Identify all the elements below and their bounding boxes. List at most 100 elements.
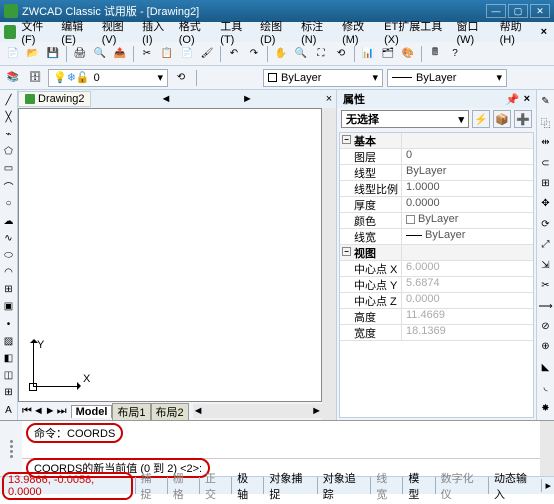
- arc-icon[interactable]: ⌒: [1, 179, 16, 194]
- menu-dim[interactable]: 标注(N): [298, 16, 337, 48]
- status-ortho[interactable]: 正交: [199, 477, 231, 494]
- doc-tab-active[interactable]: Drawing2: [18, 91, 91, 107]
- ltab-prev-icon[interactable]: ◄: [33, 405, 44, 418]
- layout-tab-2[interactable]: 布局2: [151, 403, 189, 420]
- open-icon[interactable]: 📂: [24, 45, 42, 63]
- undo-icon[interactable]: ↶: [225, 45, 243, 63]
- paste-icon[interactable]: 📄: [178, 45, 196, 63]
- status-snap[interactable]: 捕捉: [135, 477, 167, 494]
- status-grid[interactable]: 栅格: [167, 477, 199, 494]
- offset-icon[interactable]: ⊂: [537, 154, 554, 171]
- break-icon[interactable]: ⊘: [537, 318, 554, 335]
- layout-tab-model[interactable]: Model: [71, 405, 113, 418]
- menu-window[interactable]: 窗口(W): [453, 16, 494, 48]
- status-model[interactable]: 模型: [402, 477, 434, 494]
- array-icon[interactable]: ⊞: [537, 175, 554, 192]
- menu-help[interactable]: 帮助(H): [497, 16, 536, 48]
- extend-icon[interactable]: ⟶: [537, 297, 554, 314]
- layer-prev-icon[interactable]: ⟲: [172, 69, 190, 87]
- menu-format[interactable]: 格式(O): [176, 16, 216, 48]
- line-icon[interactable]: ╱: [1, 93, 16, 107]
- ellipsearc-icon[interactable]: ◠: [1, 266, 16, 280]
- gradient-icon[interactable]: ◧: [1, 351, 16, 365]
- menu-modify[interactable]: 修改(M): [339, 16, 379, 48]
- trim-icon[interactable]: ✂: [537, 277, 554, 294]
- cut-icon[interactable]: ✂: [138, 45, 156, 63]
- erase-icon[interactable]: ✎: [537, 93, 554, 110]
- tab-nav-right[interactable]: ►: [240, 92, 254, 106]
- v-scrollbar[interactable]: [322, 108, 336, 420]
- point-icon[interactable]: •: [1, 317, 16, 331]
- chamfer-icon[interactable]: ◣: [537, 359, 554, 376]
- pickadd-icon[interactable]: ➕: [514, 110, 532, 128]
- props-icon[interactable]: 📊: [359, 45, 377, 63]
- tab-close[interactable]: ×: [322, 92, 336, 106]
- publish-icon[interactable]: 📤: [111, 45, 129, 63]
- hatch-icon[interactable]: ▨: [1, 334, 16, 348]
- zoom-win-icon[interactable]: ⛶: [312, 45, 330, 63]
- stretch-icon[interactable]: ⇲: [537, 257, 554, 274]
- doc-close-button[interactable]: ×: [538, 24, 550, 40]
- drawing-canvas[interactable]: Y X: [18, 108, 322, 402]
- help-icon[interactable]: ?: [446, 45, 464, 63]
- menu-file[interactable]: 文件(F): [18, 16, 56, 48]
- status-expand-icon[interactable]: ▸: [541, 479, 554, 492]
- menu-view[interactable]: 视图(V): [99, 16, 137, 48]
- rect-icon[interactable]: ▭: [1, 162, 16, 176]
- new-icon[interactable]: 📄: [4, 45, 22, 63]
- ltab-first-icon[interactable]: ⏮: [22, 405, 32, 418]
- polygon-icon[interactable]: ⬠: [1, 145, 16, 159]
- selection-dropdown[interactable]: 无选择▾: [341, 110, 469, 128]
- print-icon[interactable]: 🖨: [71, 45, 89, 63]
- ltab-last-icon[interactable]: ⏭: [57, 405, 67, 418]
- layer-selector[interactable]: 💡❄🔓0▾: [48, 69, 168, 87]
- preview-icon[interactable]: 🔍: [91, 45, 109, 63]
- status-lwt[interactable]: 线宽: [370, 477, 402, 494]
- layer-states-icon[interactable]: 🗄: [26, 69, 44, 87]
- status-dyn[interactable]: 动态输入: [488, 477, 541, 494]
- redo-icon[interactable]: ↷: [245, 45, 263, 63]
- move-icon[interactable]: ✥: [537, 195, 554, 212]
- tab-nav-left[interactable]: ◄: [159, 92, 173, 106]
- layout-tab-1[interactable]: 布局1: [112, 403, 150, 420]
- h-scrollbar[interactable]: ◄►: [193, 404, 322, 418]
- cmd-scrollbar[interactable]: [540, 421, 554, 476]
- menu-edit[interactable]: 编辑(E): [58, 16, 96, 48]
- copy-obj-icon[interactable]: ⿻: [537, 113, 554, 130]
- insert-icon[interactable]: ⊞: [1, 283, 16, 297]
- props-close-icon[interactable]: ×: [524, 93, 530, 105]
- mirror-icon[interactable]: ⇹: [537, 134, 554, 151]
- zoom-prev-icon[interactable]: ⟲: [332, 45, 350, 63]
- join-icon[interactable]: ⊕: [537, 338, 554, 355]
- mtext-icon[interactable]: A: [1, 403, 16, 417]
- linetype-selector[interactable]: ByLayer▾: [387, 69, 507, 87]
- ellipse-icon[interactable]: ⬭: [1, 248, 16, 262]
- explode-icon[interactable]: ✸: [537, 400, 554, 417]
- select-obj-icon[interactable]: 📦: [493, 110, 511, 128]
- layer-props-icon[interactable]: 📚: [4, 69, 22, 87]
- spline-icon[interactable]: ∿: [1, 231, 16, 245]
- status-polar[interactable]: 极轴: [231, 477, 263, 494]
- ltab-next-icon[interactable]: ►: [45, 405, 56, 418]
- cmd-drag-handle[interactable]: [0, 421, 22, 476]
- status-coordinates[interactable]: 13.9866, -0.0058, 0.0000: [2, 472, 133, 500]
- zoom-rt-icon[interactable]: 🔍: [292, 45, 310, 63]
- menu-draw[interactable]: 绘图(D): [257, 16, 296, 48]
- save-icon[interactable]: 💾: [44, 45, 62, 63]
- rotate-icon[interactable]: ⟳: [537, 216, 554, 233]
- color-selector[interactable]: ByLayer▾: [263, 69, 383, 87]
- menu-insert[interactable]: 插入(I): [139, 16, 174, 48]
- copy-icon[interactable]: 📋: [158, 45, 176, 63]
- pan-icon[interactable]: ✋: [272, 45, 290, 63]
- xline-icon[interactable]: ╳: [1, 110, 16, 124]
- circle-icon[interactable]: ○: [1, 197, 16, 211]
- dc-icon[interactable]: 🗂: [379, 45, 397, 63]
- status-osnap[interactable]: 对象捕捉: [263, 477, 316, 494]
- table-icon[interactable]: ⊞: [1, 386, 16, 400]
- status-tablet[interactable]: 数字化仪: [435, 477, 488, 494]
- calc-icon[interactable]: 🖩: [426, 45, 444, 63]
- status-otrack[interactable]: 对象追踪: [317, 477, 370, 494]
- menu-et[interactable]: ET扩展工具(X): [381, 16, 451, 48]
- block-icon[interactable]: ▣: [1, 300, 16, 314]
- pin-icon[interactable]: 📌: [506, 93, 520, 106]
